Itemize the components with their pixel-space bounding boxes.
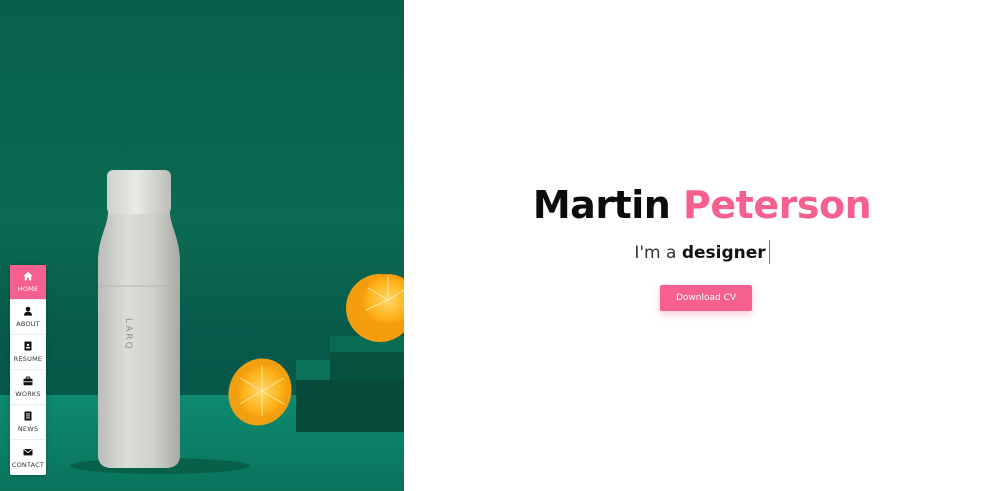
news-icon: [24, 411, 32, 421]
nav-label-about: ABOUT: [16, 320, 40, 328]
first-name: Martin: [532, 183, 671, 227]
bottle-brand-text: LARQ: [123, 318, 133, 351]
resume-icon: [24, 341, 32, 351]
orange-half-top: [346, 274, 404, 342]
hero-still-life: LARQ: [70, 170, 404, 474]
orange-half-front: [228, 358, 292, 426]
user-icon: [24, 306, 32, 316]
nav-label-contact: CONTACT: [11, 460, 45, 469]
role-word: designer: [681, 243, 766, 263]
nav-item-home[interactable]: HOME: [10, 265, 46, 300]
hero-name: Martin Peterson: [404, 183, 1000, 227]
side-nav: HOME ABOUT RESUME WORKS NEWS CONTACT: [10, 265, 46, 475]
nav-label-home: HOME: [17, 285, 39, 293]
nav-item-news[interactable]: NEWS: [10, 405, 46, 440]
hero-image: LARQ: [0, 0, 404, 491]
download-cv-button[interactable]: Download CV: [660, 285, 752, 311]
role-line: I'm a designer: [404, 240, 1000, 264]
last-name: Peterson: [683, 183, 872, 227]
role-prefix: I'm a: [634, 243, 677, 263]
intro-section: Martin Peterson I'm a designer Download …: [404, 0, 1000, 491]
nav-item-resume[interactable]: RESUME: [10, 335, 46, 370]
nav-item-works[interactable]: WORKS: [10, 370, 46, 405]
envelope-icon: [23, 448, 33, 455]
nav-label-news: NEWS: [17, 425, 39, 433]
nav-label-resume: RESUME: [13, 355, 43, 363]
stairs-shape: [296, 336, 404, 432]
briefcase-icon: [23, 376, 33, 386]
nav-item-contact[interactable]: CONTACT: [10, 440, 46, 475]
home-icon: [23, 271, 33, 281]
bottle-shape: LARQ: [98, 170, 180, 468]
nav-label-works: WORKS: [15, 390, 41, 398]
typing-caret: [768, 240, 770, 264]
nav-item-about[interactable]: ABOUT: [10, 300, 46, 335]
